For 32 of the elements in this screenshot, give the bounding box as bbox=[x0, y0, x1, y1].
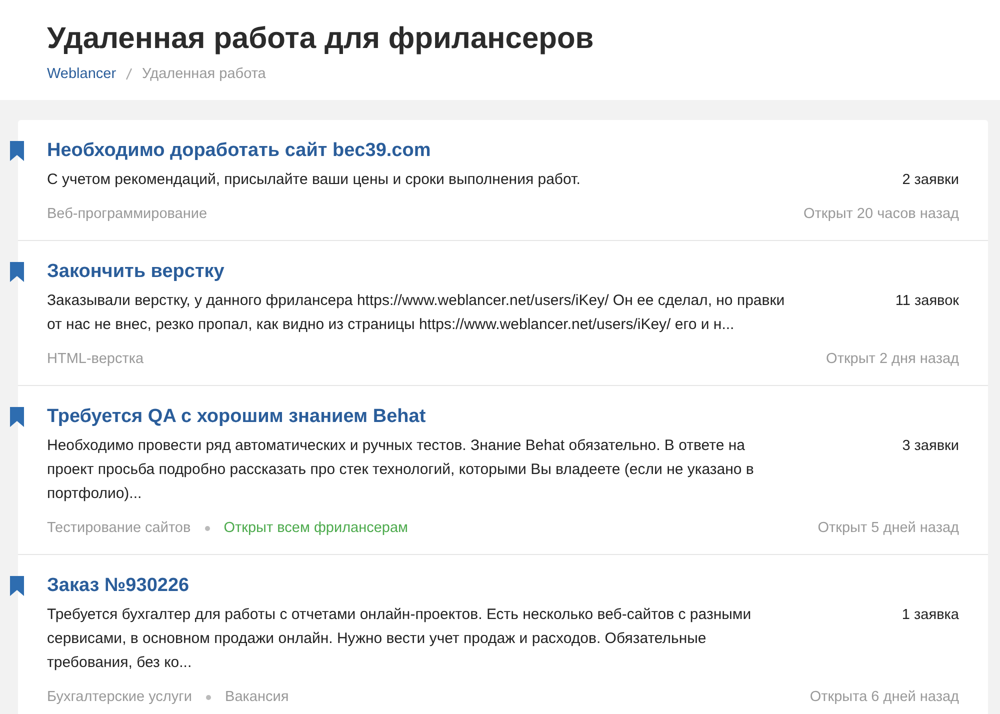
bookmark-icon[interactable] bbox=[10, 262, 24, 282]
opened-time: Открыта 6 дней назад bbox=[810, 689, 959, 705]
project-tag: Бухгалтерские услуги bbox=[47, 689, 192, 705]
project-description: С учетом рекомендаций, присылайте ваши цены и сроки выполнения работ. bbox=[47, 170, 580, 190]
bids-count: 11 заявок bbox=[895, 292, 959, 311]
page-title: Удаленная работа для фрилансеров bbox=[47, 21, 595, 57]
project-description: Заказывали верстку, у данного фрилансера https://www.weblancer.net/users/iKey/ Он ее сделал, но правки от нас не внес, резко пропал, как видно из страницы https://www.weblancer.net/users/iKey/ его и н... bbox=[47, 291, 786, 335]
project-title-link[interactable]: Требуется QA с хорошим знанием Behat bbox=[47, 405, 426, 429]
breadcrumb-link[interactable]: Weblancer bbox=[47, 66, 116, 82]
project-tag: Вакансия bbox=[225, 689, 289, 705]
project-title-link[interactable]: Необходимо доработать сайт bec39.com bbox=[47, 139, 431, 163]
opened-time: Открыт 2 дня назад bbox=[826, 351, 959, 367]
project-tag: Открыт всем фрилансерам bbox=[224, 520, 408, 536]
project-tag: HTML-верстка bbox=[47, 351, 144, 367]
breadcrumb-current: Удаленная работа bbox=[142, 66, 266, 82]
bookmark-icon[interactable] bbox=[10, 407, 24, 427]
bids-count: 1 заявка bbox=[902, 606, 959, 625]
opened-time: Открыт 5 дней назад bbox=[818, 520, 959, 536]
project-tag: Веб-программирование bbox=[47, 206, 208, 222]
bookmark-icon[interactable] bbox=[10, 576, 24, 596]
bids-count: 3 заявки bbox=[902, 437, 959, 456]
project-description: Необходимо провести ряд автоматических и ручных тестов. Знание Behat обязательно. В ответе на проект просьба подробно рассказать про стек технологий, которыми Вы владеете (если не указано в портфолио)... bbox=[47, 436, 755, 504]
separator-dot bbox=[206, 694, 212, 700]
opened-time: Открыт 20 часов назад bbox=[804, 206, 959, 222]
project-description: Требуется бухгалтер для работы с отчетами онлайн-проектов. Есть несколько веб-сайтов с разными сервисами, в основном продажи онлайн. Нужно вести учет продаж и расходов. Обязательные требования, без ко... bbox=[47, 605, 752, 673]
bookmark-icon[interactable] bbox=[10, 141, 24, 161]
project-tag: Тестирование сайтов bbox=[47, 520, 191, 536]
bids-count: 2 заявки bbox=[902, 171, 959, 190]
project-title-link[interactable]: Заказ №930226 bbox=[47, 574, 190, 598]
slash-separator-icon bbox=[126, 68, 132, 80]
project-title-link[interactable]: Закончить верстку bbox=[47, 260, 224, 284]
separator-dot bbox=[204, 526, 210, 530]
